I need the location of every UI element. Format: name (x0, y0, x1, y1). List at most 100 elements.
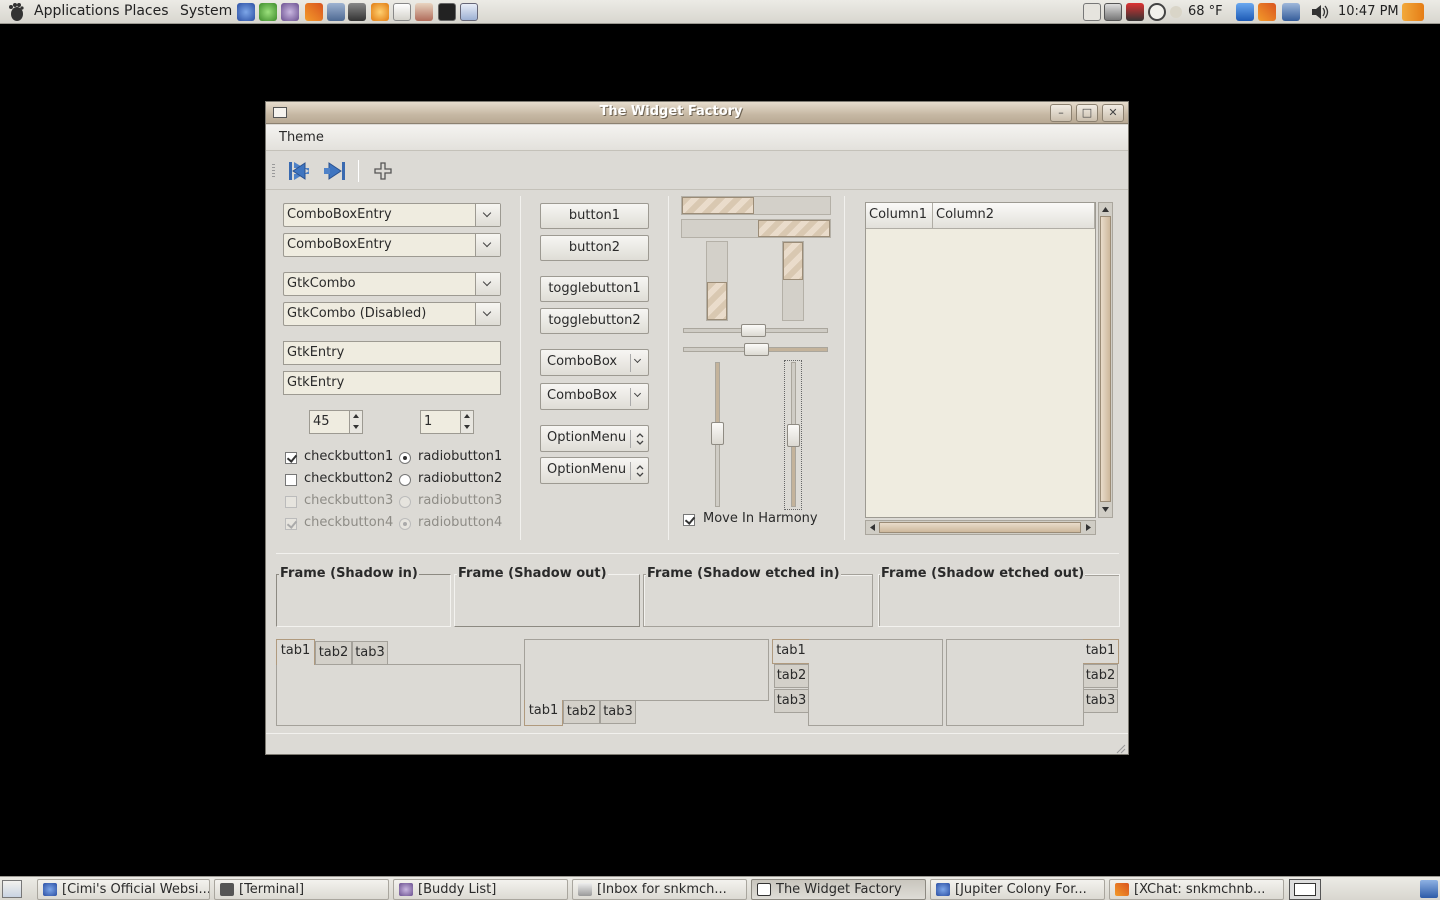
chevron-down-icon[interactable] (633, 389, 642, 398)
combobox-2-text[interactable]: ComboBox (547, 388, 617, 403)
notebook-bottom-tab1[interactable]: tab1 (524, 700, 563, 726)
checkbutton1-box[interactable] (285, 452, 297, 464)
up-down-arrows-icon[interactable] (636, 464, 644, 478)
hscale-2-handle[interactable] (744, 343, 769, 356)
checkbutton2-label[interactable]: checkbutton2 (304, 471, 393, 486)
radiobutton2-dot[interactable] (399, 474, 411, 486)
gtk-entry-1[interactable]: GtkEntry (283, 341, 501, 365)
combo-box-entry-2-text[interactable]: ComboBoxEntry (287, 237, 392, 252)
spin-button-1[interactable]: 45 (309, 410, 363, 434)
spin-button-1-arrows[interactable] (349, 411, 362, 433)
option-menu-2-text[interactable]: OptionMenu (547, 462, 626, 477)
task-button-6[interactable]: [Jupiter Colony For... (930, 879, 1105, 900)
combo-box-entry-1-text[interactable]: ComboBoxEntry (287, 207, 392, 222)
close-button[interactable]: ✕ (1102, 104, 1124, 122)
task-button-4[interactable]: [Inbox for snkmch... (572, 879, 747, 900)
gtk-combo-text[interactable]: GtkCombo (287, 276, 356, 291)
task-button-7[interactable]: [XChat: snkmchnb... (1109, 879, 1284, 900)
logout-icon[interactable] (1126, 3, 1144, 21)
file-manager-icon[interactable] (327, 3, 345, 21)
spin-up-icon[interactable] (353, 414, 359, 418)
notebook-top-tab3[interactable]: tab3 (352, 641, 388, 665)
goto-last-icon[interactable] (321, 159, 349, 183)
toolbar-grip[interactable] (272, 164, 275, 178)
gtk-entry-2[interactable]: GtkEntry (283, 371, 501, 395)
scroll-left-icon[interactable] (868, 523, 877, 532)
text-editor-icon[interactable] (393, 3, 411, 21)
combo-box-entry-2[interactable]: ComboBoxEntry (283, 233, 501, 257)
network-status-icon[interactable] (1282, 3, 1300, 21)
resize-grip-icon[interactable] (1114, 742, 1126, 754)
goto-first-icon[interactable] (285, 159, 313, 183)
combobox-1-text[interactable]: ComboBox (547, 354, 617, 369)
spin-down-icon[interactable] (464, 425, 470, 429)
radiobutton1-label[interactable]: radiobutton1 (418, 449, 502, 464)
network-icon[interactable] (259, 3, 277, 21)
combo-box-entry-1[interactable]: ComboBoxEntry (283, 203, 501, 227)
pidgin-icon[interactable] (281, 3, 299, 21)
chevron-down-icon[interactable] (633, 355, 642, 364)
xchat-icon[interactable] (305, 3, 323, 21)
column1-header[interactable]: Column1 (866, 203, 933, 229)
notebook-left-tab1[interactable]: tab1 (772, 639, 809, 664)
checkbutton2-box[interactable] (285, 474, 297, 486)
notes-icon[interactable] (1083, 3, 1101, 21)
screenshot-icon[interactable] (460, 3, 478, 21)
move-in-harmony-label[interactable]: Move In Harmony (703, 511, 818, 526)
xchat-tray-icon[interactable] (1258, 3, 1276, 21)
theme-menu[interactable]: Theme (279, 130, 324, 145)
radiobutton1-dot[interactable] (399, 452, 411, 464)
show-desktop-icon[interactable] (2, 880, 22, 898)
vertical-scrollbar-thumb[interactable] (1100, 216, 1111, 502)
gtk-combo-arrow[interactable] (475, 273, 500, 295)
column2-header[interactable]: Column2 (933, 203, 1095, 229)
maximize-button[interactable]: □ (1076, 104, 1098, 122)
spin-button-2-arrows[interactable] (460, 411, 473, 433)
scroll-right-icon[interactable] (1084, 523, 1093, 532)
notebook-top-tab1[interactable]: tab1 (276, 639, 315, 665)
volume-icon[interactable] (1310, 3, 1329, 21)
notebook-bottom-tab3[interactable]: tab3 (600, 700, 636, 724)
power-icon[interactable] (1148, 3, 1166, 21)
clock[interactable]: 10:47 PM (1338, 4, 1399, 19)
workspace-switcher[interactable] (1289, 879, 1321, 900)
vscale-1-handle[interactable] (711, 422, 724, 445)
spin-down-icon[interactable] (353, 425, 359, 429)
combobox-1[interactable]: ComboBox (540, 349, 649, 376)
combo-box-entry-1-arrow[interactable] (475, 204, 500, 226)
weather-temp[interactable]: 68 °F (1188, 4, 1223, 19)
gtk-entry-2-text[interactable]: GtkEntry (287, 375, 344, 390)
task-button-5[interactable]: The Widget Factory (751, 879, 926, 900)
notebook-right-tab3[interactable]: tab3 (1083, 689, 1118, 713)
scroll-up-icon[interactable] (1101, 205, 1110, 214)
option-menu-1-text[interactable]: OptionMenu (547, 430, 626, 445)
checkbutton1-label[interactable]: checkbutton1 (304, 449, 393, 464)
spin-button-1-value[interactable]: 45 (313, 414, 330, 429)
gnome-foot-icon[interactable] (6, 2, 26, 22)
horizontal-scrollbar-thumb[interactable] (879, 522, 1081, 533)
gtk-combo[interactable]: GtkCombo (283, 272, 501, 296)
spin-button-2[interactable]: 1 (420, 410, 474, 434)
thunderbird-icon[interactable] (348, 3, 366, 21)
notebook-top-tab2[interactable]: tab2 (315, 641, 352, 665)
notebook-left-tab2[interactable]: tab2 (774, 664, 809, 688)
scroll-down-icon[interactable] (1101, 505, 1110, 514)
up-down-arrows-icon[interactable] (636, 432, 644, 446)
option-menu-1[interactable]: OptionMenu (540, 425, 649, 452)
firefox-icon[interactable] (237, 3, 255, 21)
status-icon[interactable] (1402, 3, 1424, 21)
notebook-bottom-tab2[interactable]: tab2 (563, 700, 600, 724)
combobox-2[interactable]: ComboBox (540, 383, 649, 410)
title-bar[interactable]: The Widget Factory – □ ✕ (266, 102, 1128, 124)
minimize-button[interactable]: – (1050, 104, 1072, 122)
task-button-3[interactable]: [Buddy List] (393, 879, 568, 900)
update-icon[interactable] (1236, 3, 1254, 21)
places-menu[interactable]: Places (124, 3, 169, 19)
notebook-left-tab3[interactable]: tab3 (774, 689, 809, 713)
move-in-harmony-check[interactable] (683, 514, 695, 526)
burner-icon[interactable] (371, 3, 389, 21)
system-menu[interactable]: System (180, 3, 232, 19)
tree-view[interactable]: Column1 Column2 (865, 202, 1096, 518)
horizontal-scrollbar[interactable] (865, 520, 1096, 535)
combo-box-entry-2-arrow[interactable] (475, 234, 500, 256)
